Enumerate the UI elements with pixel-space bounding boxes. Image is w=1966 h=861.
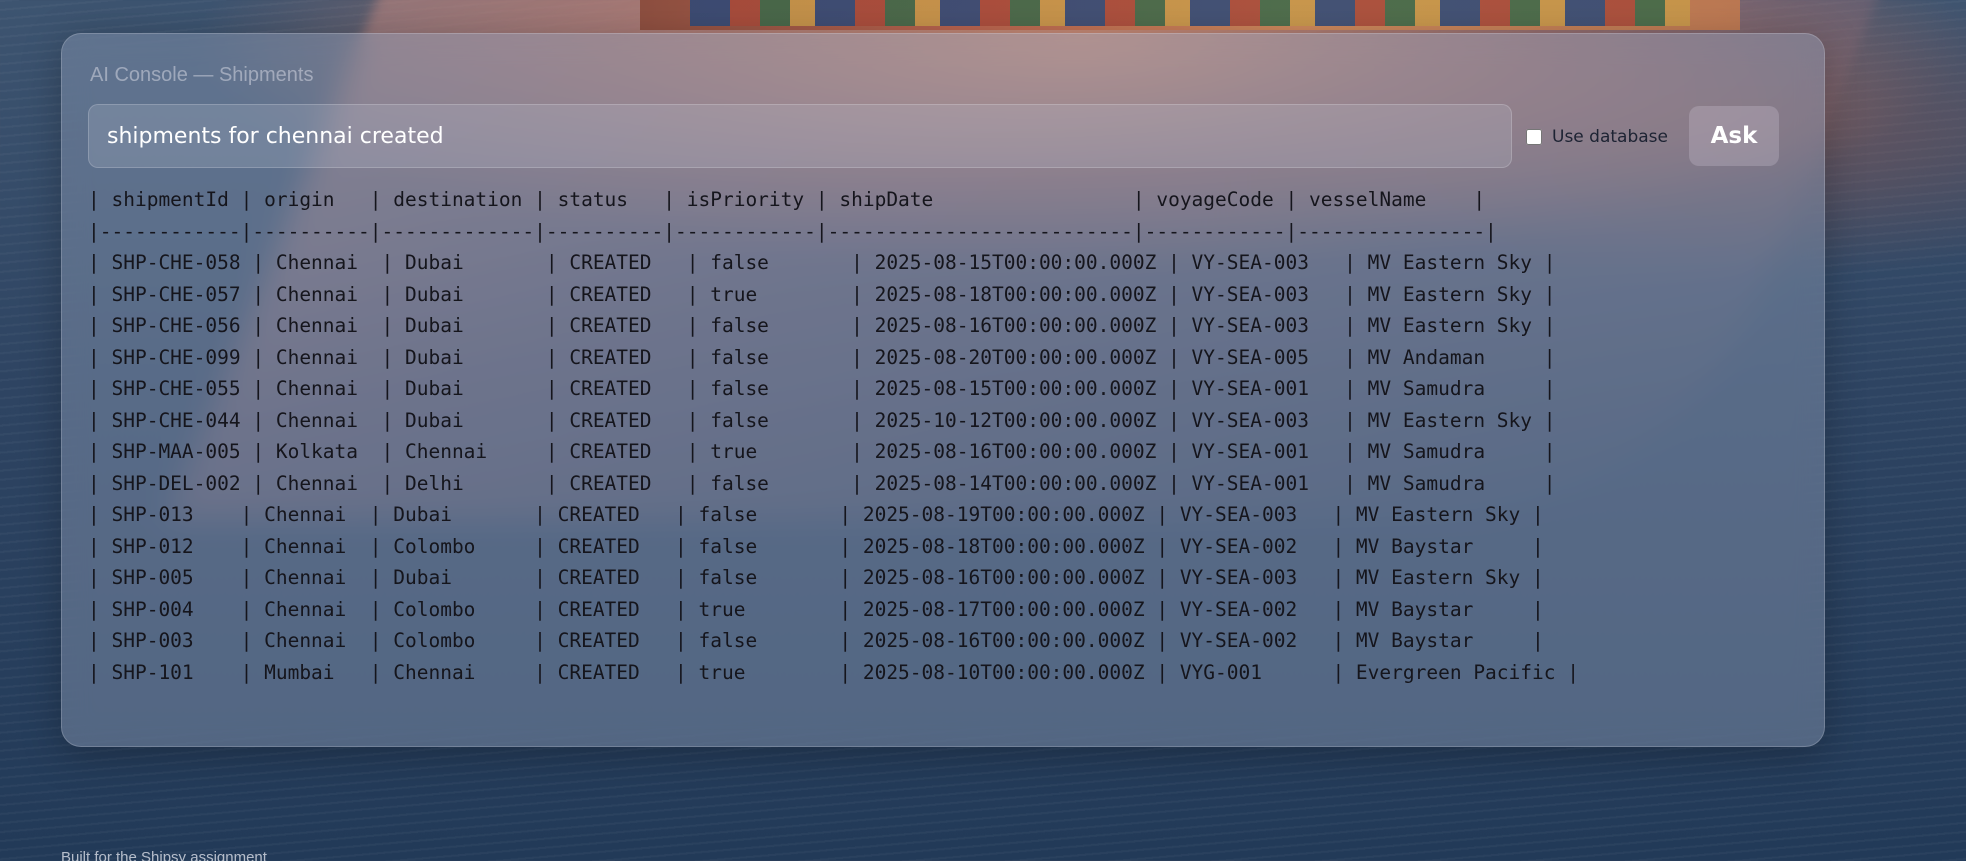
table-separator-row: |------------|----------|-------------|-… <box>88 219 1497 243</box>
use-database-checkbox[interactable] <box>1526 129 1542 145</box>
table-row: | SHP-005 | Chennai | Dubai | CREATED | … <box>88 566 1544 589</box>
query-input[interactable] <box>88 104 1512 168</box>
table-row: | SHP-012 | Chennai | Colombo | CREATED … <box>88 534 1544 558</box>
console-panel: AI Console — Shipments Use database Ask … <box>61 33 1825 747</box>
use-database-toggle[interactable]: Use database <box>1526 124 1668 150</box>
ask-button[interactable]: Ask <box>1689 106 1779 166</box>
table-row: | SHP-CHE-058 | Chennai | Dubai | CREATE… <box>88 251 1556 274</box>
table-row: | SHP-CHE-056 | Chennai | Dubai | CREATE… <box>88 314 1556 337</box>
table-row: | SHP-013 | Chennai | Dubai | CREATED | … <box>88 503 1544 526</box>
table-header-row: | shipmentId | origin | destination | st… <box>88 188 1486 211</box>
table-row: | SHP-MAA-005 | Kolkata | Chennai | CREA… <box>88 440 1556 463</box>
use-database-label: Use database <box>1552 127 1668 147</box>
table-row: | SHP-003 | Chennai | Colombo | CREATED … <box>88 629 1544 652</box>
table-row: | SHP-CHE-099 | Chennai | Dubai | CREATE… <box>88 345 1556 369</box>
table-row: | SHP-101 | Mumbai | Chennai | CREATED |… <box>88 660 1579 684</box>
panel-title: AI Console — Shipments <box>90 64 314 86</box>
footer-note: Built for the Shipsy assignment <box>61 849 267 861</box>
result-table: | shipmentId | origin | destination | st… <box>88 184 1579 688</box>
table-row: | SHP-CHE-055 | Chennai | Dubai | CREATE… <box>88 377 1556 400</box>
table-row: | SHP-DEL-002 | Chennai | Delhi | CREATE… <box>88 471 1556 495</box>
background-containers <box>690 0 1690 26</box>
table-row: | SHP-CHE-044 | Chennai | Dubai | CREATE… <box>88 408 1556 432</box>
table-row: | SHP-004 | Chennai | Colombo | CREATED … <box>88 597 1544 621</box>
table-row: | SHP-CHE-057 | Chennai | Dubai | CREATE… <box>88 282 1556 306</box>
